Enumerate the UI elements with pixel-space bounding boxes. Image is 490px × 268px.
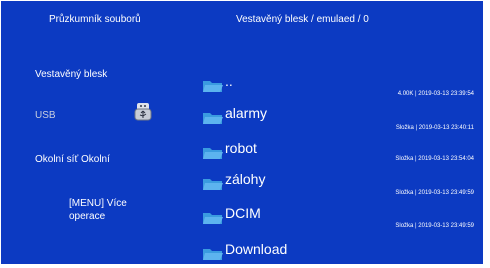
- folder-icon: [203, 148, 223, 159]
- file-explorer-screen: Průzkumník souborů Vestavěný blesk / emu…: [1, 1, 483, 264]
- folder-icon: [203, 113, 223, 124]
- folder-icon: [203, 213, 223, 224]
- file-name: alarmy: [225, 105, 268, 121]
- file-name: robot: [225, 140, 257, 156]
- folder-up-icon: [203, 81, 223, 92]
- sidebar-item-network[interactable]: Okolní síť Okolní: [35, 154, 110, 165]
- file-name: ..: [225, 73, 233, 89]
- file-meta: Složka | 2019-03-13 23:49:59: [395, 223, 474, 229]
- file-name: DCIM: [225, 205, 261, 221]
- menu-hint-line2: operace: [69, 211, 106, 222]
- file-name: zálohy: [225, 171, 266, 187]
- app-title: Průzkumník souborů: [49, 14, 141, 25]
- file-meta: Složka | 2019-03-13 23:54:04: [395, 156, 474, 162]
- sidebar-item-internal-flash[interactable]: Vestavěný blesk: [35, 69, 107, 80]
- current-path: Vestavěný blesk / emulaed / 0: [236, 14, 369, 25]
- file-meta: 4.00K | 2019-03-13 23:39:54: [397, 91, 474, 97]
- folder-icon: [203, 179, 223, 190]
- sidebar-item-usb[interactable]: USB: [35, 110, 56, 121]
- menu-hint-line1: [MENU] Více: [69, 198, 127, 209]
- menu-more-operations-hint: [MENU] Více operace: [69, 197, 127, 223]
- usb-drive-icon: [134, 103, 152, 121]
- file-meta: Složka | 2019-03-13 23:49:59: [395, 190, 474, 196]
- file-name: Download: [225, 241, 288, 257]
- folder-icon: [203, 249, 223, 260]
- file-meta: Složka | 2019-03-13 23:40:11: [395, 125, 474, 131]
